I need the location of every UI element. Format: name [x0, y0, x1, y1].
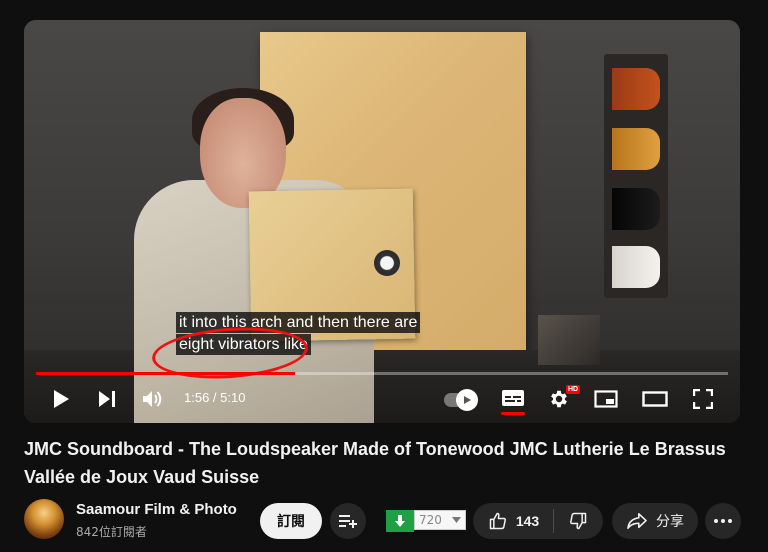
progress-played [36, 372, 295, 375]
share-icon [627, 512, 647, 530]
channel-name[interactable]: Saamour Film & Photo [76, 501, 237, 518]
like-count: 143 [515, 513, 540, 529]
next-icon [99, 391, 115, 407]
playlist-add-icon [339, 515, 357, 528]
quality-select[interactable]: 720 [414, 510, 466, 530]
download-extension-widget: 720 [386, 510, 466, 532]
video-title: JMC Soundboard - The Loudspeaker Made of… [24, 439, 726, 487]
hd-badge: HD [566, 385, 581, 394]
video-player[interactable]: it into this arch and then there are eig… [24, 20, 740, 423]
miniplayer-button[interactable] [592, 386, 620, 412]
share-button[interactable]: 分享 [612, 503, 698, 539]
volume-icon [143, 391, 162, 407]
swatch-black [612, 188, 660, 230]
download-button[interactable] [386, 510, 414, 532]
quality-value: 720 [419, 513, 442, 527]
channel-avatar[interactable] [24, 499, 64, 539]
mute-button[interactable] [140, 386, 166, 412]
subtitles-active-indicator [501, 412, 525, 415]
progress-bar[interactable] [36, 372, 728, 375]
thumbs-up-icon [489, 512, 506, 530]
scene-shelf [24, 350, 740, 423]
play-icon [54, 390, 69, 408]
time-display: 1:56 / 5:10 [184, 390, 246, 405]
thumbs-down-icon [570, 512, 587, 530]
subscriber-count: 842位訂閱者 [76, 525, 147, 539]
swatch-amber [612, 128, 660, 170]
dislike-button[interactable] [554, 503, 602, 539]
download-arrow-icon [395, 515, 405, 527]
play-button[interactable] [48, 386, 74, 412]
chevron-down-icon [452, 517, 461, 523]
subtitles-button[interactable] [499, 387, 527, 409]
fullscreen-icon [693, 389, 713, 409]
more-icon [714, 519, 732, 523]
video-frame[interactable] [24, 20, 740, 423]
theater-mode-button[interactable] [640, 386, 670, 412]
scene-vibrator-knob [374, 250, 400, 276]
subtitles-icon [502, 390, 524, 406]
add-to-playlist-button[interactable] [330, 503, 366, 539]
scene-lamp [538, 315, 600, 365]
scene-wood-swatches [604, 54, 668, 298]
theater-icon [642, 391, 668, 407]
next-button[interactable] [94, 386, 120, 412]
subscribe-button[interactable]: 訂閱 [260, 503, 322, 539]
autoplay-toggle-icon[interactable] [456, 389, 478, 411]
miniplayer-icon [594, 390, 618, 408]
like-dislike-group: 143 [473, 503, 603, 539]
like-button[interactable]: 143 [474, 503, 553, 539]
swatch-white [612, 246, 660, 288]
share-label: 分享 [656, 513, 684, 529]
swatch-red [612, 68, 660, 110]
more-actions-button[interactable] [705, 503, 741, 539]
fullscreen-button[interactable] [690, 386, 716, 412]
